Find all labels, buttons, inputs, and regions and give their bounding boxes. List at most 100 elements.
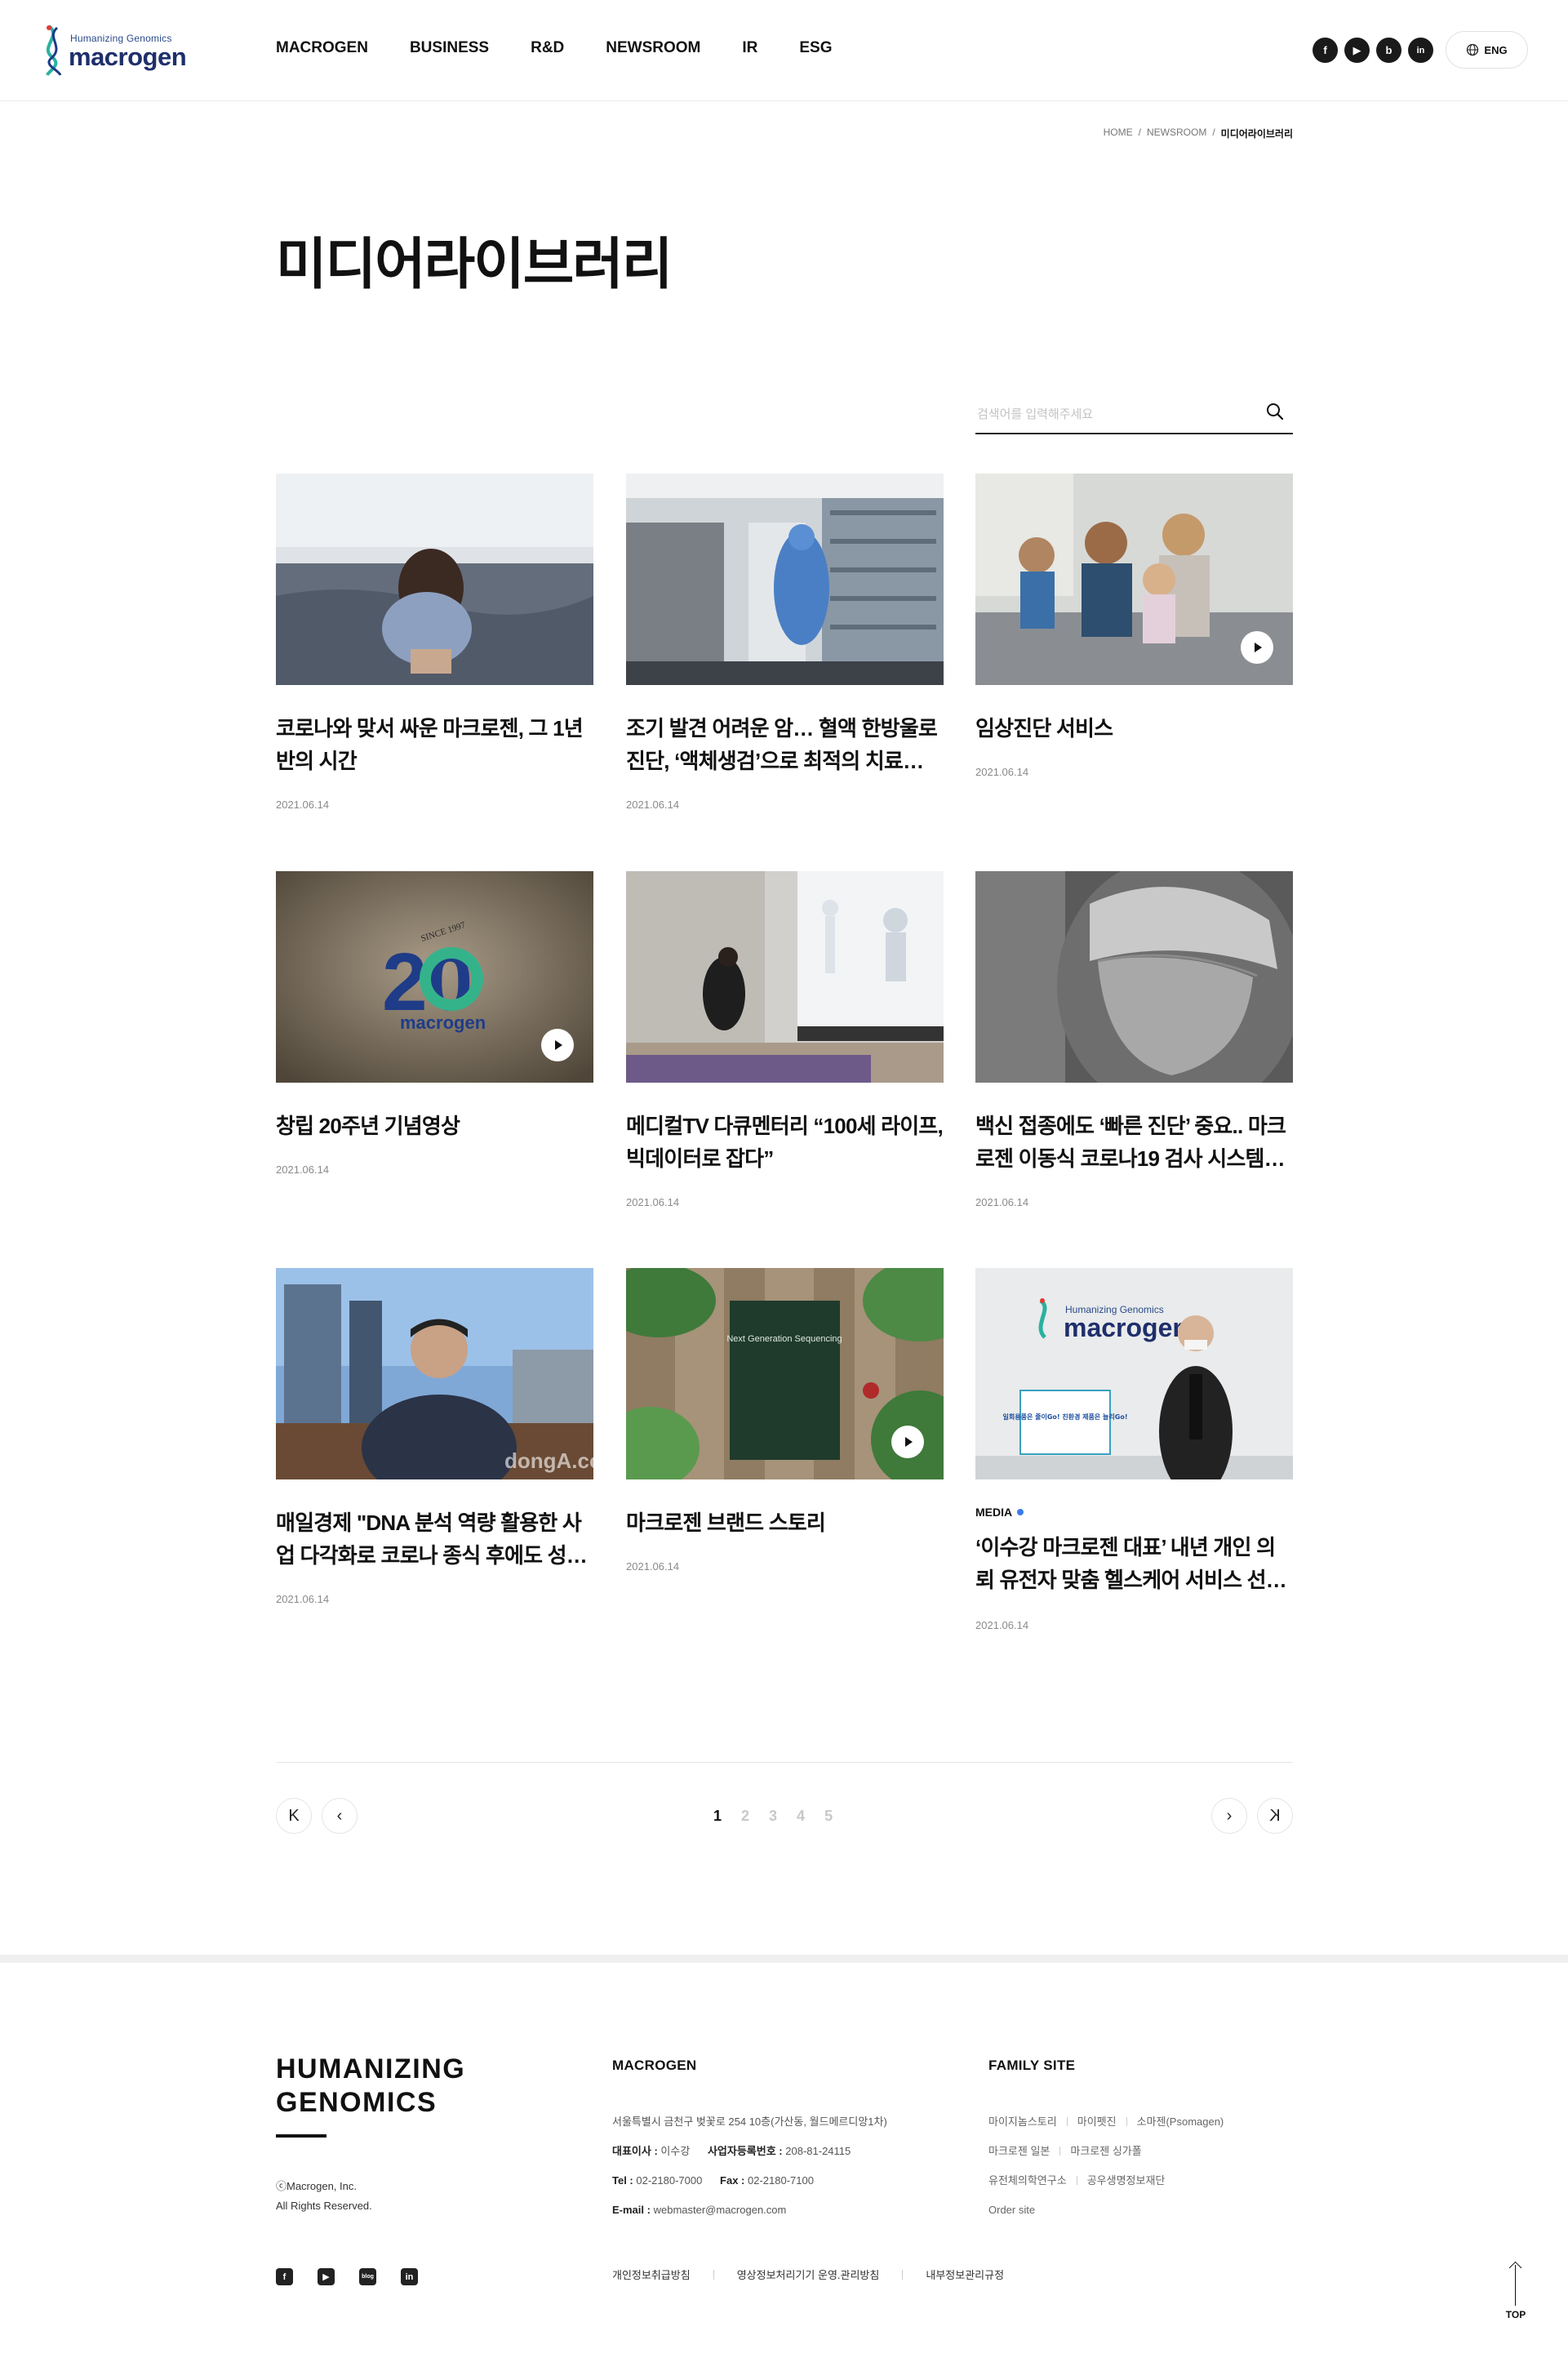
- page-3[interactable]: 3: [769, 1808, 777, 1825]
- card-date: 2021.06.14: [975, 1196, 1029, 1208]
- breadcrumb-current: 미디어라이브러리: [1220, 128, 1293, 140]
- footer-company-heading: MACROGEN: [612, 2058, 697, 2073]
- svg-text:macrogen: macrogen: [400, 1012, 486, 1033]
- internal-info-policy-link[interactable]: 내부정보관리규정: [926, 2267, 1004, 2282]
- prev-page-button[interactable]: ‹: [322, 1798, 358, 1834]
- media-card[interactable]: 백신 접종에도 ‘빠른 진단’ 중요.. 마크로젠 이동식 코로나19 검사 시…: [975, 871, 1293, 1208]
- family-link[interactable]: 마크로젠 일본: [988, 2145, 1050, 2157]
- card-thumbnail[interactable]: [975, 871, 1293, 1083]
- family-site-list: 마이지놈스토리 마이펫진 소마젠(Psomagen) 마크로젠 일본 마크로젠 싱가폴…: [988, 2107, 1224, 2225]
- card-date: 2021.06.14: [626, 1560, 680, 1573]
- footer-copyright: ⓒMacrogen, Inc. All Rights Reserved.: [276, 2180, 372, 2212]
- media-card[interactable]: 메디컬TV 다큐멘터리 “100세 라이프, 빅데이터로 잡다” 2021.06…: [626, 871, 944, 1208]
- nav-business[interactable]: BUSINESS: [410, 39, 489, 57]
- card-title[interactable]: 임상진단 서비스: [975, 712, 1293, 745]
- card-date: 2021.06.14: [975, 766, 1029, 778]
- card-title[interactable]: 매일경제 "DNA 분석 역량 활용한 사업 다각화로 코로나 종식 후에도 성…: [276, 1506, 593, 1572]
- breadcrumb-newsroom[interactable]: NEWSROOM: [1147, 127, 1206, 140]
- page-5[interactable]: 5: [824, 1808, 833, 1825]
- scroll-top-button[interactable]: TOP: [1504, 2258, 1528, 2324]
- facebook-icon[interactable]: f: [1313, 38, 1338, 63]
- family-link[interactable]: 마이펫진: [1077, 2116, 1117, 2128]
- next-page-button[interactable]: ›: [1211, 1798, 1247, 1834]
- nav-macrogen[interactable]: MACROGEN: [276, 39, 368, 57]
- footer-family-heading: FAMILY SITE: [988, 2058, 1076, 2073]
- breadcrumb-home[interactable]: HOME: [1104, 127, 1133, 140]
- family-link[interactable]: 공우생명정보재단: [1087, 2174, 1166, 2187]
- linkedin-icon[interactable]: in: [401, 2268, 418, 2285]
- nav-newsroom[interactable]: NEWSROOM: [606, 39, 700, 57]
- card-thumbnail[interactable]: Humanizing Genomics macrogen 일회용품은 줄이Go!…: [975, 1268, 1293, 1479]
- language-label: ENG: [1484, 43, 1508, 56]
- media-card[interactable]: 코로나와 맞서 싸운 마크로젠, 그 1년 반의 시간 2021.06.14: [276, 474, 593, 811]
- blog-icon[interactable]: blog: [359, 2268, 376, 2285]
- cctv-policy-link[interactable]: 영상정보처리기기 운영.관리방침: [737, 2267, 880, 2282]
- blog-icon[interactable]: b: [1376, 38, 1401, 63]
- svg-text:macrogen: macrogen: [1064, 1313, 1188, 1342]
- card-thumbnail[interactable]: dongA.com: [276, 1268, 593, 1479]
- play-icon[interactable]: [891, 1426, 924, 1458]
- card-date: 2021.06.14: [626, 1196, 680, 1208]
- search-input[interactable]: [977, 402, 1246, 426]
- language-button[interactable]: ENG: [1446, 31, 1528, 69]
- svg-text:Next Generation Sequencing: Next Generation Sequencing: [726, 1334, 842, 1344]
- family-link[interactable]: Order site: [988, 2204, 1035, 2216]
- media-card[interactable]: 조기 발견 어려운 암… 혈액 한방울로 진단, ‘액체생검’으로 최적의 치료…: [626, 474, 944, 811]
- youtube-icon[interactable]: ▶: [1344, 38, 1370, 63]
- logo-wordmark: macrogen: [69, 42, 187, 71]
- breadcrumb-separator: /: [1212, 127, 1215, 138]
- dna-helix-icon: [46, 24, 62, 76]
- nav-ir[interactable]: IR: [742, 39, 757, 57]
- search-box: [975, 394, 1293, 434]
- privacy-policy-link[interactable]: 개인정보취급방침: [612, 2267, 691, 2282]
- media-card[interactable]: dongA.com 매일경제 "DNA 분석 역량 활용한 사업 다각화로 코로…: [276, 1268, 593, 1605]
- media-card[interactable]: Next Generation Sequencing 마크로젠 브랜드 스토리 …: [626, 1268, 944, 1573]
- card-title[interactable]: 메디컬TV 다큐멘터리 “100세 라이프, 빅데이터로 잡다”: [626, 1110, 944, 1175]
- svg-text:일회용품은 줄이Go! 친환경 제품은 늘리Go!: 일회용품은 줄이Go! 친환경 제품은 늘리Go!: [1003, 1413, 1128, 1421]
- svg-text:dongA.com: dongA.com: [504, 1448, 593, 1473]
- footer-policies: 개인정보취급방침 영상정보처리기기 운영.관리방침 내부정보관리규정: [612, 2267, 1004, 2282]
- footer-company-info: 서울특별시 금천구 벚꽃로 254 10층(가산동, 월드메르디앙1차) 대표이…: [612, 2107, 887, 2225]
- card-title[interactable]: ‘이수강 마크로젠 대표’ 내년 개인 의뢰 유전자 맞춤 헬스케어 서비스 선…: [975, 1531, 1293, 1596]
- main-nav: MACROGEN BUSINESS R&D NEWSROOM IR ESG: [276, 39, 874, 57]
- last-page-button[interactable]: K: [1257, 1798, 1293, 1834]
- card-date: 2021.06.14: [276, 799, 330, 811]
- card-title[interactable]: 창립 20주년 기념영상: [276, 1110, 593, 1142]
- card-thumbnail[interactable]: [276, 474, 593, 685]
- nav-rnd[interactable]: R&D: [531, 39, 564, 57]
- family-link[interactable]: 마이지놈스토리: [988, 2116, 1057, 2128]
- search-icon[interactable]: [1265, 402, 1285, 421]
- play-icon[interactable]: [541, 1029, 574, 1061]
- card-date: 2021.06.14: [975, 1619, 1029, 1631]
- footer-divider: [276, 2134, 326, 2138]
- linkedin-icon[interactable]: in: [1408, 38, 1433, 63]
- card-thumbnail[interactable]: [975, 474, 1293, 685]
- card-thumbnail[interactable]: [626, 871, 944, 1083]
- page-title: 미디어라이브러리: [276, 234, 673, 296]
- card-title[interactable]: 마크로젠 브랜드 스토리: [626, 1506, 944, 1539]
- macrogen-logo[interactable]: Humanizing Genomics macrogen: [41, 23, 188, 80]
- footer-email-link[interactable]: webmaster@macrogen.com: [654, 2204, 787, 2216]
- card-thumbnail[interactable]: Next Generation Sequencing: [626, 1268, 944, 1479]
- media-card[interactable]: 임상진단 서비스 2021.06.14: [975, 474, 1293, 778]
- family-link[interactable]: 소마젠(Psomagen): [1137, 2116, 1224, 2128]
- page-4[interactable]: 4: [797, 1808, 805, 1825]
- family-link[interactable]: 마크로젠 싱가폴: [1070, 2145, 1141, 2157]
- card-title[interactable]: 조기 발견 어려운 암… 혈액 한방울로 진단, ‘액체생검’으로 최적의 치료…: [626, 712, 944, 777]
- first-page-button[interactable]: K: [276, 1798, 312, 1834]
- media-card[interactable]: Humanizing Genomics macrogen 일회용품은 줄이Go!…: [975, 1268, 1293, 1631]
- nav-esg[interactable]: ESG: [799, 39, 832, 57]
- category-label: MEDIA: [975, 1506, 1013, 1519]
- page-1[interactable]: 1: [713, 1808, 722, 1825]
- top-label: TOP: [1505, 2309, 1526, 2320]
- play-icon[interactable]: [1241, 631, 1273, 664]
- card-title[interactable]: 코로나와 맞서 싸운 마크로젠, 그 1년 반의 시간: [276, 712, 593, 777]
- facebook-icon[interactable]: f: [276, 2268, 293, 2285]
- card-thumbnail[interactable]: 20 SINCE 1997 macrogen: [276, 871, 593, 1083]
- media-card[interactable]: 20 SINCE 1997 macrogen 창립 20주년 기념영상 2021…: [276, 871, 593, 1176]
- page-2[interactable]: 2: [741, 1808, 749, 1825]
- card-thumbnail[interactable]: [626, 474, 944, 685]
- youtube-icon[interactable]: ▶: [318, 2268, 335, 2285]
- card-title[interactable]: 백신 접종에도 ‘빠른 진단’ 중요.. 마크로젠 이동식 코로나19 검사 시…: [975, 1110, 1293, 1175]
- family-link[interactable]: 유전체의학연구소: [988, 2174, 1067, 2187]
